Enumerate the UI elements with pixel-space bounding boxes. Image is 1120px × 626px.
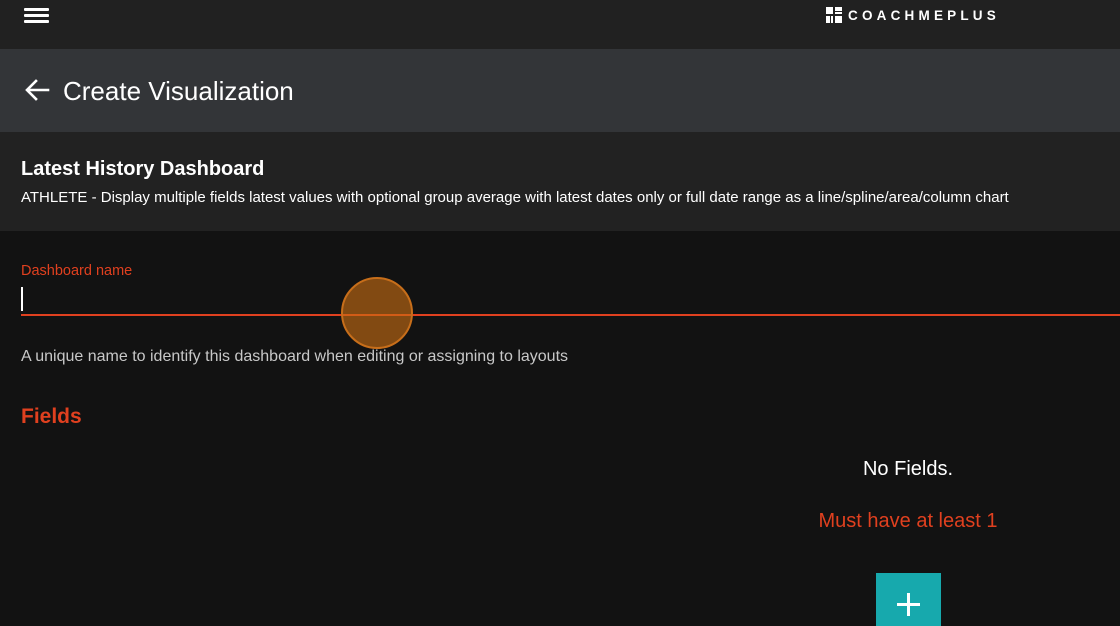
dashboard-name-hint: A unique name to identify this dashboard… xyxy=(21,348,569,365)
coachmeplus-logo-icon xyxy=(826,7,842,23)
visualization-info-panel: Latest History Dashboard ATHLETE - Displ… xyxy=(0,132,1120,231)
page-title: Create Visualization xyxy=(63,76,294,106)
visualization-type-title: Latest History Dashboard xyxy=(21,158,265,180)
empty-fields-message: No Fields. xyxy=(862,458,954,480)
touch-indicator xyxy=(341,277,413,349)
dashboard-name-label: Dashboard name xyxy=(21,263,133,279)
arrow-left-icon[interactable] xyxy=(24,78,50,102)
visualization-type-description: ATHLETE - Display multiple fields latest… xyxy=(21,189,1009,206)
add-field-button[interactable] xyxy=(876,573,941,626)
top-app-bar: COACHMEPLUS xyxy=(0,0,1120,49)
brand-logo: COACHMEPLUS xyxy=(826,7,1000,23)
fields-section-heading: Fields xyxy=(21,405,82,428)
brand-name: COACHMEPLUS xyxy=(848,7,1000,23)
plus-icon xyxy=(897,593,920,616)
dashboard-name-input[interactable] xyxy=(21,284,1120,316)
text-cursor xyxy=(21,287,23,311)
fields-validation-message: Must have at least 1 xyxy=(818,510,998,532)
page-header: Create Visualization xyxy=(0,49,1120,132)
hamburger-menu-icon[interactable] xyxy=(24,5,49,25)
